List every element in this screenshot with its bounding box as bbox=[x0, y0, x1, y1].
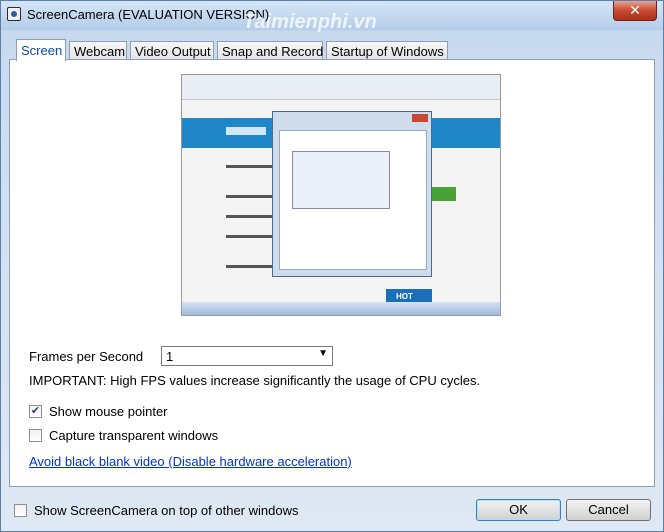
preview-text-line bbox=[226, 215, 276, 218]
window-title: ScreenCamera (EVALUATION VERSION) bbox=[27, 7, 270, 22]
cancel-button[interactable]: Cancel bbox=[566, 499, 651, 521]
fps-warning: IMPORTANT: High FPS values increase sign… bbox=[29, 373, 481, 388]
tab-webcam[interactable]: Webcam bbox=[69, 41, 127, 60]
preview-text-line bbox=[226, 195, 276, 198]
chevron-down-icon: ▼ bbox=[318, 348, 328, 359]
ok-button[interactable]: OK bbox=[476, 499, 561, 521]
preview-text-line bbox=[226, 265, 276, 268]
tab-snap-and-record[interactable]: Snap and Record bbox=[217, 41, 323, 60]
show-mouse-pointer-label: Show mouse pointer bbox=[49, 404, 168, 419]
screen-preview: HOT bbox=[181, 74, 501, 316]
preview-logo bbox=[226, 127, 266, 135]
fps-value: 1 bbox=[166, 349, 174, 364]
preview-dialog-close bbox=[412, 114, 428, 122]
tab-startup-of-windows[interactable]: Startup of Windows bbox=[326, 41, 448, 60]
title-bar: ScreenCamera (EVALUATION VERSION) Taimie… bbox=[1, 1, 663, 33]
preview-text-line bbox=[226, 235, 276, 238]
capture-transparent-label: Capture transparent windows bbox=[49, 428, 219, 443]
preview-nested-screen bbox=[292, 151, 390, 209]
tab-video-output[interactable]: Video Output bbox=[130, 41, 214, 60]
screencamera-window: ScreenCamera (EVALUATION VERSION) Taimie… bbox=[0, 0, 664, 532]
tab-screen[interactable]: Screen bbox=[16, 39, 66, 61]
fps-label: Frames per Second bbox=[29, 349, 144, 364]
preview-green-block bbox=[432, 187, 456, 201]
fps-select[interactable]: 1 ▼ bbox=[161, 346, 333, 366]
on-top-label: Show ScreenCamera on top of other window… bbox=[34, 503, 299, 518]
show-mouse-pointer-checkbox[interactable]: ✔ bbox=[29, 405, 42, 418]
on-top-checkbox[interactable] bbox=[14, 504, 27, 517]
watermark: Taimienphi.vn bbox=[243, 11, 377, 33]
close-button[interactable]: ✕ bbox=[613, 1, 657, 21]
preview-dialog bbox=[272, 111, 432, 277]
preview-text-line bbox=[226, 165, 276, 168]
disable-hardware-acceleration-link[interactable]: Avoid black blank video (Disable hardwar… bbox=[29, 454, 352, 469]
preview-address-bar bbox=[182, 75, 500, 100]
preview-dialog-body bbox=[279, 130, 427, 270]
capture-transparent-checkbox[interactable] bbox=[29, 429, 42, 442]
preview-taskbar bbox=[182, 302, 500, 315]
camera-icon bbox=[7, 7, 21, 21]
